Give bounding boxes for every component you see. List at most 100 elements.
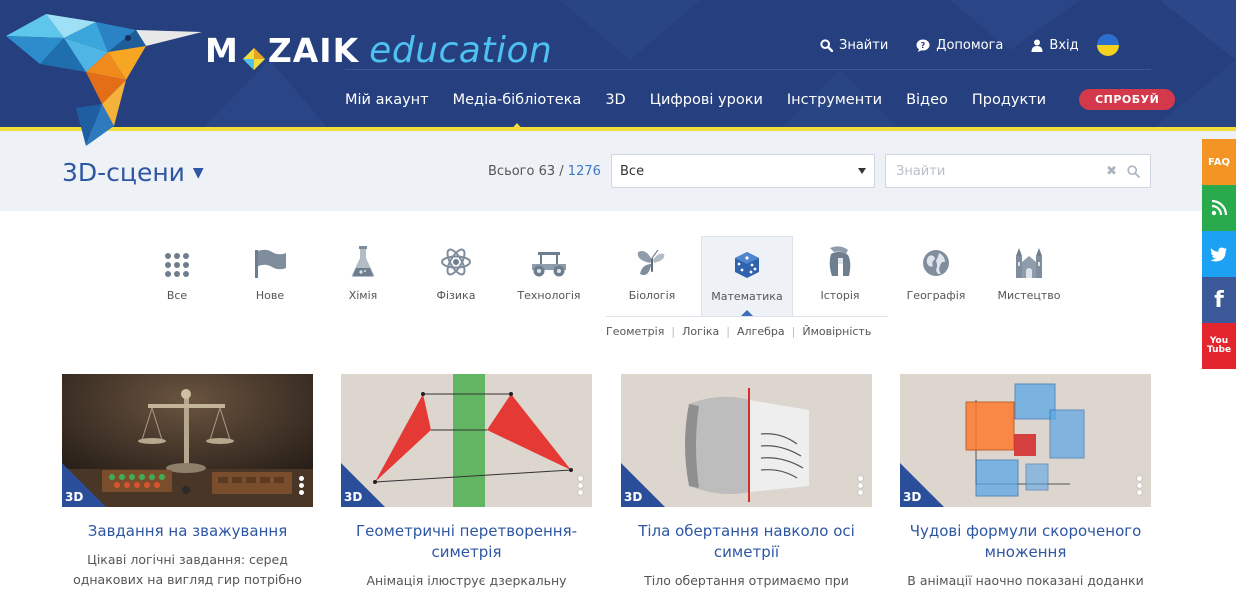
scene-description: В анімації наочно показані доданки	[907, 573, 1144, 588]
category-label: Нове	[255, 289, 285, 302]
results-count: Всього 63 /	[488, 164, 568, 179]
scene-title[interactable]: Завдання на зважування	[62, 521, 313, 542]
help-link-label: Допомога	[936, 37, 1004, 53]
butterfly-icon	[637, 249, 665, 275]
rss-button[interactable]	[1202, 185, 1236, 231]
rss-icon	[1211, 200, 1227, 216]
category-label: Математика	[711, 290, 783, 303]
subcategory-logic[interactable]: Логіка	[682, 325, 719, 338]
scene-card[interactable]: 3D Тіла обертання навколо осі симетрії Т…	[621, 374, 872, 591]
category-label: Хімія	[348, 289, 378, 302]
facebook-button[interactable]: f	[1202, 277, 1236, 323]
category-physics[interactable]: Фізика	[410, 236, 502, 316]
scene-description: Цікаві логічні завдання: серед однакових…	[73, 552, 302, 587]
nav-video[interactable]: Відео	[906, 92, 948, 108]
category-label: Мистецтво	[997, 289, 1061, 302]
twitter-icon	[1210, 247, 1227, 262]
more-options-icon[interactable]	[299, 475, 304, 496]
help-icon: ?	[916, 39, 930, 52]
nav-products[interactable]: Продукти	[972, 92, 1046, 108]
top-links: Знайти ? Допомога Вхід	[820, 34, 1119, 56]
filter-select[interactable]: Все	[611, 154, 875, 188]
nav-media-library[interactable]: Медіа-бібліотека	[453, 92, 581, 131]
search-input[interactable]	[896, 163, 1107, 179]
category-mathematics[interactable]: Математика	[701, 236, 793, 317]
scene-card[interactable]: 3D Чудові формули скороченого множення В…	[900, 374, 1151, 591]
subcategory-geometry[interactable]: Геометрія	[606, 325, 664, 338]
svg-text:?: ?	[921, 41, 926, 50]
category-new[interactable]: Нове	[224, 236, 316, 316]
language-flag-icon[interactable]	[1096, 34, 1119, 56]
scene-card[interactable]: 3D Завдання на зважування Цікаві логічні…	[62, 374, 313, 590]
nav-digital-lessons[interactable]: Цифрові уроки	[650, 92, 763, 108]
subcategory-probability[interactable]: Ймовірність	[802, 325, 871, 338]
scene-title[interactable]: Чудові формули скороченого множення	[900, 521, 1151, 563]
clear-icon[interactable]: ✖	[1106, 164, 1117, 179]
nav-my-account[interactable]: Мій акаунт	[345, 92, 429, 108]
results-all-link[interactable]: 1276	[568, 164, 601, 179]
user-icon	[1031, 39, 1043, 52]
category-geography[interactable]: Географія	[890, 236, 982, 316]
helmet-icon	[829, 246, 851, 276]
twitter-button[interactable]	[1202, 231, 1236, 277]
category-history[interactable]: Історія	[794, 236, 886, 316]
scene-thumbnail[interactable]: 3D	[341, 374, 592, 507]
logo-text-education: education	[369, 29, 553, 71]
more-options-icon[interactable]	[578, 475, 583, 496]
caret-down-icon: ▼	[192, 164, 204, 181]
logo-diamond-icon	[242, 39, 265, 70]
try-button[interactable]: СПРОБУЙ	[1079, 89, 1176, 110]
scene-thumbnail[interactable]: 3D	[621, 374, 872, 507]
page-title: 3D-сцени	[62, 158, 185, 187]
faq-button[interactable]: FAQ	[1202, 139, 1236, 185]
nav-3d[interactable]: 3D	[605, 92, 625, 108]
page-title-dropdown[interactable]: 3D-сцени ▼	[62, 158, 204, 187]
search-icon[interactable]	[1127, 164, 1140, 178]
more-options-icon[interactable]	[858, 475, 863, 496]
3d-badge-label: 3D	[344, 490, 363, 504]
cathedral-icon	[1016, 248, 1042, 278]
scene-thumbnail[interactable]: 3D	[62, 374, 313, 507]
category-biology[interactable]: Біологія	[606, 236, 698, 316]
category-label: Технологія	[517, 289, 581, 302]
flag-icon	[255, 249, 286, 278]
youtube-button[interactable]: You Tube	[1202, 323, 1236, 369]
search-icon	[820, 38, 833, 52]
category-tabs: Все Нове Хімія Фізика Технологія Біологі…	[140, 236, 1100, 317]
category-technology[interactable]: Технологія	[503, 236, 595, 316]
category-art[interactable]: Мистецтво	[983, 236, 1075, 316]
social-sidebar: FAQ f You Tube	[1202, 139, 1236, 369]
kingfisher-logo-icon[interactable]	[6, 8, 202, 148]
youtube-icon: You Tube	[1206, 336, 1232, 355]
search-link[interactable]: Знайти	[820, 38, 888, 53]
flask-icon	[351, 246, 375, 277]
scene-description: Тіло обертання отримаємо при	[644, 573, 849, 588]
search-box: ✖	[885, 154, 1151, 188]
results-total: Всього 63 / 1276	[488, 164, 601, 179]
login-link[interactable]: Вхід	[1031, 37, 1079, 53]
logo-text-m: M	[205, 30, 239, 70]
dice-icon	[735, 252, 759, 278]
category-all[interactable]: Все	[131, 236, 223, 316]
subcategory-algebra[interactable]: Алгебра	[737, 325, 785, 338]
subcategory-separator: |	[791, 325, 796, 338]
help-link[interactable]: ? Допомога	[916, 38, 1003, 53]
scene-card[interactable]: 3D Геометричні перетворення-симетрія Ані…	[341, 374, 592, 591]
dropdown-arrow-icon	[858, 168, 866, 174]
header-divider	[345, 69, 1151, 70]
subcategory-list: Геометрія | Логіка | Алгебра | Ймовірніс…	[606, 325, 871, 338]
more-options-icon[interactable]	[1137, 475, 1142, 496]
mozaik-logo[interactable]: M ZAIK education	[205, 28, 552, 72]
nav-tools[interactable]: Інструменти	[787, 92, 882, 108]
category-chemistry[interactable]: Хімія	[317, 236, 409, 316]
atom-icon	[441, 248, 471, 276]
logo-text-zaik: ZAIK	[267, 30, 360, 70]
scene-thumbnail[interactable]: 3D	[900, 374, 1151, 507]
subcategory-divider	[606, 316, 888, 317]
scene-title[interactable]: Тіла обертання навколо осі симетрії	[621, 521, 872, 563]
login-link-label: Вхід	[1049, 37, 1079, 53]
scene-description: Анімація ілюструє дзеркальну	[366, 573, 567, 588]
subcategory-separator: |	[726, 325, 731, 338]
faq-label: FAQ	[1208, 156, 1230, 168]
scene-title[interactable]: Геометричні перетворення-симетрія	[341, 521, 592, 563]
